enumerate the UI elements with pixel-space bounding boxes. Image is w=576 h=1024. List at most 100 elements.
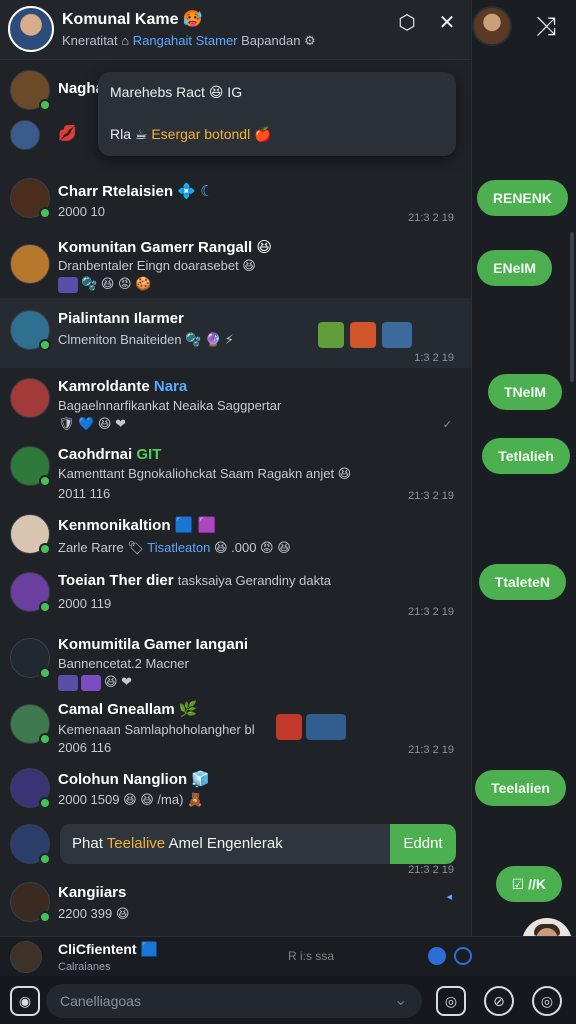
chat-name: CliCfientent 🟦 <box>58 941 158 957</box>
message-input-wrapper[interactable] <box>46 984 422 1018</box>
chat-name: Nagha <box>58 80 104 97</box>
media-thumbnail[interactable] <box>306 714 346 740</box>
chat-row[interactable]: Charr Rtelaisien 💠 ☾ 2000 10 21:3 2 19 <box>0 166 471 232</box>
media-thumbnail[interactable] <box>382 322 412 348</box>
chat-name: Komumitila Gamer Iangani <box>58 636 249 653</box>
chat-row[interactable]: Komunitan Gamerr Rangall 😆 Dranbentaler … <box>0 232 471 298</box>
subtitle-text: Kneratitat ⌂ <box>62 33 130 48</box>
popup-text: Rla ☕ <box>110 126 148 142</box>
avatar <box>10 572 51 613</box>
chat-list: Nagha 〰 💋 Charr Rtelaisien 💠 ☾ 2000 10 2… <box>0 60 471 928</box>
message-popup[interactable]: Marehebs Ract 😆 IG Rla ☕ Esergar botondl… <box>98 72 456 156</box>
chat-name: Komunitan Gamerr Rangall 😆 <box>58 239 273 256</box>
contact-avatar[interactable] <box>472 6 512 46</box>
edit-button[interactable]: Eddnt <box>390 824 456 864</box>
chat-preview: 2000 119 <box>58 596 112 611</box>
subtitle-link[interactable]: Rangahait Stamer <box>133 33 238 48</box>
chat-preview: Dranbentaler Eingn doarasebet 😆 <box>58 258 256 273</box>
media-thumbnail[interactable] <box>318 322 344 348</box>
message-bubble[interactable]: TNelM <box>488 374 562 410</box>
chat-list-panel: Komunal Kame 🥵 Kneratitat ⌂ Rangahait St… <box>0 0 472 936</box>
popup-emoji: 🍎 <box>254 126 272 142</box>
chat-preview: Zarle Rarre 🏷 Tisatleaton 😆 .000 😡 😆 <box>58 540 291 555</box>
avatar <box>10 768 51 809</box>
media-thumbnail[interactable] <box>276 714 302 740</box>
avatar <box>10 120 40 150</box>
settings-icon[interactable]: ⚙ <box>304 33 316 48</box>
shield-icon[interactable]: ⬡ <box>394 10 420 36</box>
chat-row[interactable]: Kenmonikaltion 🟦 🟪 Zarle Rarre 🏷 Tisatle… <box>0 504 471 564</box>
sticker-icon[interactable]: ◎ <box>436 986 466 1016</box>
chevron-down-icon[interactable]: ⌄ <box>394 990 407 1010</box>
chat-preview: Clmeniton Bnaiteiden 🫧 🔮 ⚡ <box>58 332 234 347</box>
chat-name: Colohun Nanglion 🧊 <box>58 771 210 788</box>
message-bubble[interactable]: Tetlalieh <box>482 438 570 474</box>
message-bubble[interactable]: ☑ //K <box>495 866 562 902</box>
avatar <box>10 638 51 679</box>
message-input[interactable] <box>46 984 422 1018</box>
pinned-message-text: Phat Teelalive Amel Engenlerak <box>72 835 283 852</box>
chat-time: 21:3 2 19 <box>408 606 454 618</box>
chat-row[interactable]: Toeian Ther dier tasksaiya Gerandiny dak… <box>0 564 471 628</box>
chat-preview: Kamenttant Bgnokaliohckat Saam Ragakn an… <box>58 466 352 481</box>
chat-time: 21:3 2 19 <box>408 744 454 756</box>
chat-name: Charr Rtelaisien 💠 ☾ <box>58 183 214 200</box>
online-indicator <box>39 601 51 613</box>
message-bubble[interactable]: Teelalien <box>475 770 566 806</box>
status-icon <box>454 947 472 965</box>
avatar <box>10 882 51 923</box>
chat-name: Kamroldante Nara <box>58 378 188 395</box>
read-tick-icon: ✓ <box>442 419 452 431</box>
online-indicator <box>39 543 51 555</box>
camera-icon[interactable]: ◎ <box>532 986 562 1016</box>
chat-row[interactable]: Camal Gneallam 🌿 Kemenaan Samlaphoholang… <box>0 692 471 758</box>
chat-time: 21:3 2 19 <box>408 490 454 502</box>
avatar <box>10 941 42 973</box>
chat-name: Kenmonikaltion 🟦 🟪 <box>58 517 217 534</box>
online-indicator <box>39 339 51 351</box>
background-chat-area: ⤨ RENENK ENeIM TNelM Tetlalieh TtaleteN … <box>456 0 576 1024</box>
reaction-chips: 🫧 😆 😡 🍪 <box>58 276 151 293</box>
scrollbar[interactable] <box>570 232 574 382</box>
online-indicator <box>39 911 51 923</box>
send-indicator-icon: ◂ <box>446 891 452 903</box>
chat-row[interactable]: Kamroldante Nara Bagaelnnarfikankat Neai… <box>0 368 471 434</box>
media-thumbnail[interactable] <box>350 322 376 348</box>
chat-row[interactable]: Colohun Nanglion 🧊 2000 1509 😆 😆 /ma) 🧸 <box>0 758 471 818</box>
popup-highlight: Esergar botondl <box>151 126 251 142</box>
chat-time: 21:3 2 19 <box>408 212 454 224</box>
online-indicator <box>39 853 51 865</box>
chat-name: 💋 <box>58 125 77 142</box>
avatar <box>10 70 51 111</box>
close-icon[interactable]: ✕ <box>434 10 460 36</box>
pinned-message[interactable]: Phat Teelalive Amel Engenlerak Eddnt <box>60 824 456 864</box>
chat-row[interactable]: Phat Teelalive Amel Engenlerak Eddnt 21:… <box>0 818 471 876</box>
chat-preview: Calraianes <box>58 961 111 973</box>
chat-name: Pialintann Ilarmer <box>58 310 184 327</box>
subtitle-text: Bapandan <box>241 33 301 48</box>
chat-time: 1:3 2 19 <box>414 352 454 364</box>
group-avatar[interactable] <box>8 6 54 52</box>
chat-row[interactable]: Caohdrnai GIT Kamenttant Bgnokaliohckat … <box>0 434 471 504</box>
online-indicator <box>39 797 51 809</box>
chat-row[interactable]: Komumitila Gamer Iangani Bannencetat.2 M… <box>0 628 471 692</box>
footer-chat-row[interactable]: CliCfientent 🟦 Calraianes R i:s ssa <box>0 936 576 976</box>
message-bubble[interactable]: RENENK <box>476 180 568 216</box>
expand-icon[interactable]: ⤨ <box>532 12 560 40</box>
chat-preview: Bagaelnnarfikankat Neaika Saggpertar <box>58 398 282 413</box>
online-indicator <box>39 667 51 679</box>
chat-name: Kangiiars <box>58 884 127 901</box>
group-title: Komunal Kame 🥵 <box>62 11 203 28</box>
chat-row[interactable]: Kangiiars 2200 399 😆 ◂ <box>0 870 471 928</box>
chat-preview: 2200 399 😆 <box>58 906 130 921</box>
message-bubble[interactable]: TtaleteN <box>478 564 566 600</box>
attach-icon[interactable]: ◉ <box>10 986 40 1016</box>
avatar <box>10 704 51 745</box>
chat-name: Toeian Ther dier tasksaiya Gerandiny dak… <box>58 572 331 589</box>
app-root: ⤨ RENENK ENeIM TNelM Tetlalieh TtaleteN … <box>0 0 576 1024</box>
chat-preview: 2000 1509 😆 😆 /ma) 🧸 <box>58 792 204 807</box>
emoji-icon[interactable]: ⊘ <box>484 986 514 1016</box>
chat-row[interactable]: Pialintann Ilarmer Clmeniton Bnaiteiden … <box>0 298 471 368</box>
message-bubble[interactable]: ENeIM <box>477 250 552 286</box>
chat-status: R i:s ssa <box>288 949 335 963</box>
